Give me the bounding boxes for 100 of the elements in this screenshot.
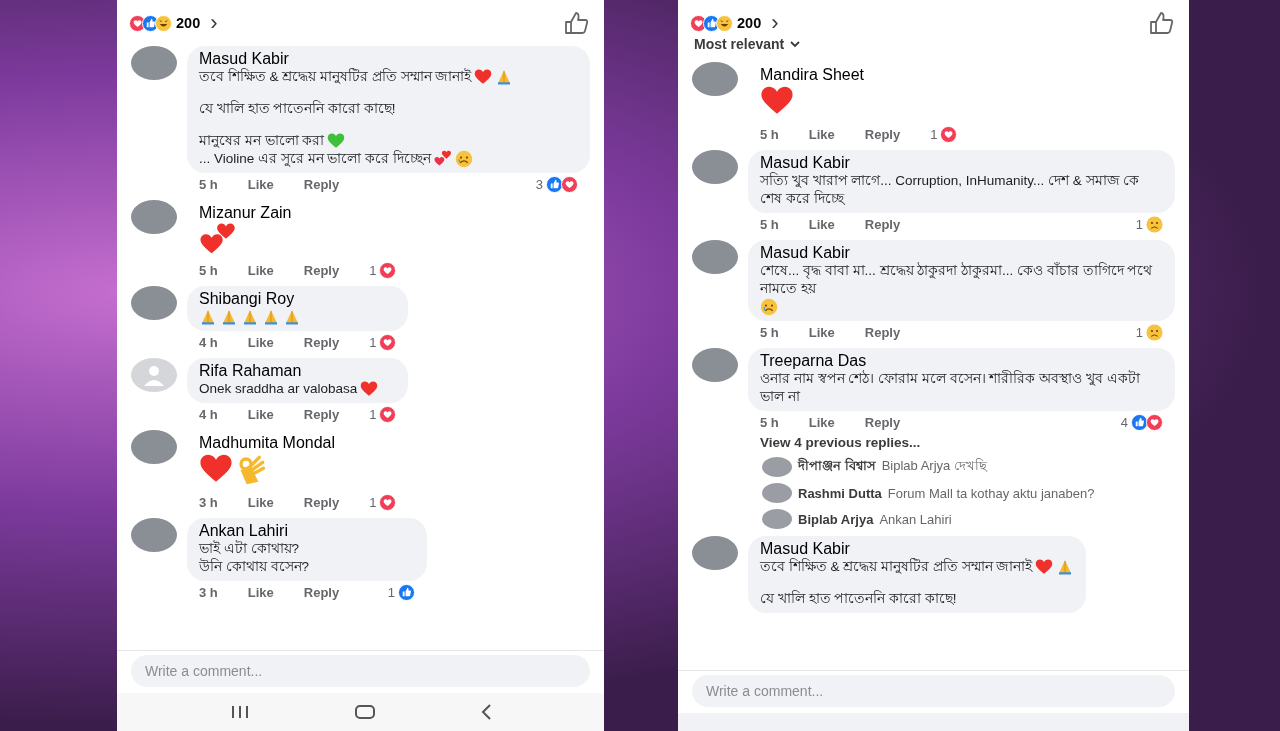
avatar-photo[interactable] [692, 62, 738, 96]
like-link[interactable]: Like [808, 415, 835, 430]
chevron-icon[interactable]: › [771, 12, 779, 34]
avatar-photo[interactable] [762, 456, 792, 477]
caret-icon [790, 40, 801, 48]
author-name[interactable]: Masud Kabir [760, 154, 850, 171]
sad-reaction-icon [1146, 324, 1163, 341]
reply-link[interactable]: Reply [864, 325, 901, 340]
like-reaction-icon [398, 584, 416, 601]
comment-time: 4 h [199, 335, 218, 350]
avatar-photo[interactable] [131, 286, 177, 320]
author-name[interactable]: Masud Kabir [760, 540, 850, 557]
avatar-photo[interactable] [692, 150, 738, 184]
comment-text: মানুষের মন ভালো করা [199, 132, 325, 150]
comment-text: Onek sraddha ar valobasa [199, 380, 358, 398]
heart-icon [360, 380, 379, 398]
reaction-count: 1 [1135, 325, 1143, 340]
reaction-count: 1 [1135, 217, 1143, 232]
author-name[interactable]: Masud Kabir [760, 244, 850, 261]
author-name[interactable]: Ankan Lahiri [199, 522, 288, 539]
like-link[interactable]: Like [247, 335, 274, 350]
author-name[interactable]: Rashmi Dutta [798, 485, 882, 501]
like-link[interactable]: Like [808, 217, 835, 232]
comment-time: 5 h [760, 325, 779, 340]
author-name[interactable]: Rifa Rahaman [199, 362, 302, 379]
avatar-photo[interactable] [131, 430, 177, 464]
avatar-photo[interactable] [762, 509, 792, 529]
love-reaction-icon [940, 126, 958, 143]
comment-time: 5 h [760, 127, 779, 142]
view-replies-link[interactable]: View 4 previous replies... [760, 435, 1175, 450]
sort-dropdown[interactable]: Most relevant [678, 36, 1189, 52]
avatar-photo[interactable] [692, 240, 738, 274]
author-name[interactable]: Treeparna Das [760, 352, 867, 369]
author-name[interactable]: Shibangi Roy [199, 290, 295, 307]
reply-link[interactable]: Reply [303, 177, 340, 192]
crying-face-icon [760, 298, 778, 316]
author-name[interactable]: Madhumita Mondal [199, 434, 336, 451]
author-name[interactable]: Masud Kabir [199, 50, 289, 67]
reaction-count: 1 [387, 585, 396, 600]
avatar-photo[interactable] [692, 536, 738, 570]
reaction-total[interactable]: 200 [737, 15, 762, 31]
like-link[interactable]: Like [808, 127, 835, 142]
avatar-photo[interactable] [762, 483, 792, 503]
reply-link[interactable]: Reply [303, 335, 340, 350]
reply-link[interactable]: Reply [303, 495, 340, 510]
comment-time: 4 h [199, 407, 218, 422]
comment-field[interactable]: Write a comment... [131, 655, 590, 687]
comment-text: শেষে... বৃদ্ধ বাবা মা... শ্রদ্ধেয় ঠাকুরদা ঠাকুরমা... কেও বাঁচার তাগিদে পথে নামতে হয় [760, 262, 1154, 298]
reply-link[interactable]: Reply [864, 217, 901, 232]
comment-text: যে খালি হাত পাতেননি কারো কাছে! [760, 590, 957, 608]
recent-apps-icon[interactable] [229, 705, 250, 719]
avatar-photo[interactable] [692, 348, 738, 382]
heart-icon [474, 68, 493, 86]
reaction-total[interactable]: 200 [176, 15, 201, 31]
reply-link[interactable]: Reply [303, 585, 340, 600]
avatar-photo[interactable] [131, 200, 177, 234]
comment-time: 5 h [199, 177, 218, 192]
reply-link[interactable]: Reply [864, 127, 901, 142]
comment-time: 5 h [199, 263, 218, 278]
reply-link[interactable]: Reply [864, 415, 901, 430]
author-name[interactable]: Mandira Sheet [760, 66, 865, 83]
comment-text: সত্যি খুব খারাপ লাগে... Corruption, InHumanity... দেশ & সমাজ কে শেষ করে দিচ্ছে [760, 172, 1141, 208]
author-name[interactable]: Biplab Arjya [798, 511, 874, 527]
heart-icon [1035, 558, 1054, 576]
like-link[interactable]: Like [247, 263, 274, 278]
two-hearts-icon [433, 150, 452, 168]
comment-field[interactable]: Write a comment... [692, 675, 1175, 707]
reply-text: Forum Mall ta kothay aktu janaben? [887, 485, 1095, 501]
reply-text: Biplab Arjya দেখছি [881, 457, 987, 475]
chevron-icon[interactable]: › [210, 12, 218, 34]
like-link[interactable]: Like [247, 585, 274, 600]
author-name[interactable]: Mizanur Zain [199, 204, 292, 221]
haha-reaction-icon [716, 14, 733, 32]
thumbs-up-icon[interactable] [1149, 11, 1175, 35]
comment-text: তবে শিক্ষিত & শ্রদ্ধেয় মানুষটির প্রতি সম্মান জানাই [760, 558, 1033, 576]
reaction-count: 4 [1120, 415, 1128, 430]
author-name[interactable]: দীপাঞ্জন বিশ্বাস [798, 456, 876, 477]
comment-text: যে খালি হাত পাতেননি কারো কাছে! [199, 100, 396, 118]
love-reaction-icon [379, 494, 397, 511]
ok-hand-icon [236, 454, 266, 484]
like-link[interactable]: Like [247, 177, 274, 192]
haha-reaction-icon [155, 14, 172, 32]
two-hearts-icon [199, 222, 237, 254]
home-icon[interactable] [354, 705, 375, 719]
like-link[interactable]: Like [247, 407, 274, 422]
comment-time: 3 h [199, 495, 218, 510]
avatar-photo[interactable] [131, 46, 177, 80]
love-reaction-icon [379, 262, 397, 279]
reply-link[interactable]: Reply [303, 407, 340, 422]
reply-link[interactable]: Reply [303, 263, 340, 278]
comment-text: ... Violine এর সুরে মন ভালো করে দিচ্ছেন [199, 150, 431, 168]
heart-icon [327, 132, 346, 150]
reaction-count: 1 [930, 127, 938, 142]
back-icon[interactable] [479, 704, 492, 720]
thumbs-up-icon[interactable] [564, 11, 590, 35]
like-link[interactable]: Like [247, 495, 274, 510]
avatar-photo[interactable] [131, 518, 177, 552]
comment-time: 5 h [760, 217, 779, 232]
reply-text: Ankan Lahiri [879, 511, 952, 527]
like-link[interactable]: Like [808, 325, 835, 340]
